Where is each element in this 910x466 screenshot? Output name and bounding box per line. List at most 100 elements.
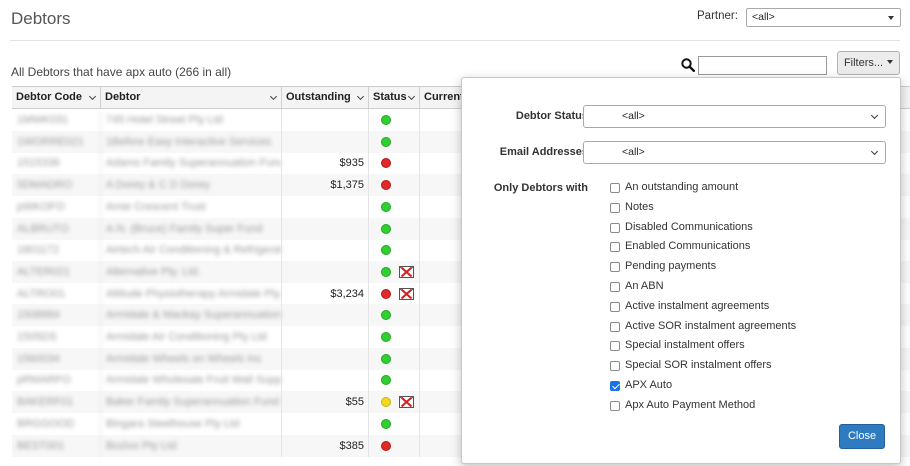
page-title: Debtors — [11, 9, 71, 28]
status-red-icon — [381, 440, 391, 451]
column-header-label: Status — [373, 91, 407, 103]
debtor-status-value: <all> — [622, 110, 645, 122]
filters-panel: Debtor Status <all> Email Addresses <all… — [461, 77, 901, 464]
column-header-debtor[interactable]: Debtor — [100, 87, 281, 108]
outstanding-cell: $3,234 — [281, 282, 368, 305]
checkbox[interactable] — [610, 242, 620, 253]
outstanding-cell — [281, 369, 368, 392]
debtor-name-cell: Airtech Air Conditioning & Refrigeration — [100, 239, 281, 262]
debtor-name-cell: Altitude Physiotherapy Armidale Pty — [100, 282, 281, 305]
email-addresses-select[interactable]: <all> — [583, 141, 886, 164]
debtor-code-cell: 1560034 — [17, 352, 60, 365]
email-addresses-label: Email Addresses — [499, 146, 588, 158]
column-header-outstanding[interactable]: Outstanding — [281, 87, 368, 108]
checkbox[interactable] — [610, 202, 620, 213]
checkbox[interactable] — [610, 282, 620, 292]
status-green-icon — [381, 136, 391, 147]
filter-option-label: Special SOR instalment offers — [625, 359, 772, 372]
checkbox[interactable] — [610, 222, 620, 233]
debtor-code-cell: 1515336 — [17, 157, 60, 170]
debtor-name-cell: Armidale Wholesale Fruit Wall Supply — [100, 369, 281, 392]
status-cell — [368, 304, 419, 327]
column-header-label: Current — [424, 91, 464, 103]
status-green-icon — [381, 353, 391, 364]
status-cell — [368, 174, 419, 197]
checkbox[interactable] — [610, 321, 620, 332]
checkbox[interactable] — [610, 183, 620, 193]
debtor-name-cell: A Dorey & C D Dorey — [100, 174, 281, 197]
status-green-icon — [381, 418, 391, 429]
only-debtors-with-label: Only Debtors with — [493, 182, 588, 194]
chevron-down-icon — [870, 111, 879, 120]
checkbox[interactable] — [610, 400, 620, 411]
outstanding-cell: $55 — [281, 391, 368, 414]
debtor-code-cell: BAKERF01 — [17, 396, 74, 409]
debtor-code-cell: ALTRO01 — [17, 287, 66, 300]
column-header-status[interactable]: Status — [368, 87, 419, 108]
outstanding-cell — [281, 195, 368, 218]
debtor-status-select[interactable]: <all> — [583, 105, 886, 128]
outstanding-cell: $385 — [281, 434, 368, 457]
debtor-name-cell: Bozivo Pty Ltd — [100, 434, 281, 457]
status-green-icon — [381, 375, 391, 386]
status-green-icon — [381, 245, 391, 256]
filter-option-label: APX Auto — [625, 379, 673, 391]
status-cell — [368, 326, 419, 348]
outstanding-cell — [281, 412, 368, 435]
outstanding-cell — [281, 347, 368, 370]
debtor-code-cell: pRMARFO — [17, 374, 71, 387]
filters-button[interactable]: Filters... — [837, 51, 900, 75]
filter-option-label: An outstanding amount — [625, 181, 739, 193]
status-cell — [368, 195, 419, 218]
debtor-code-cell: BRGGOOD — [17, 417, 75, 430]
column-header-debtor-code[interactable]: Debtor Code — [12, 87, 100, 108]
status-green-icon — [381, 266, 391, 277]
outstanding-cell — [281, 130, 368, 153]
debtor-name-cell: Alternative Pty. Ltd. — [100, 260, 281, 283]
debtor-code-cell: 1MWK031 — [17, 114, 69, 126]
filters-button-label: Filters... — [843, 57, 884, 69]
status-cell — [368, 347, 419, 370]
checkbox[interactable] — [610, 361, 620, 372]
status-green-icon — [381, 223, 391, 234]
outstanding-cell: $1,375 — [281, 174, 368, 197]
status-cell — [368, 152, 419, 175]
search-icon — [681, 58, 695, 72]
filter-option-label: Active instalment agreements — [625, 299, 770, 312]
debtor-code-cell: 1WORRE021 — [17, 135, 84, 148]
chevron-down-icon — [269, 92, 278, 101]
partner-select[interactable]: <all> — [746, 8, 901, 27]
debtor-code-cell: 5DMADRO — [17, 179, 73, 192]
chevron-down-icon — [870, 147, 879, 156]
email-disabled-icon — [399, 265, 414, 278]
filter-option-label: Notes — [625, 200, 654, 213]
debtor-name-cell: Armidale Wheels on Wheels Inc — [100, 347, 281, 370]
status-cell — [368, 260, 419, 283]
debtor-name-cell: Amie Crescent Trust — [100, 195, 281, 218]
partner-select-value: <all> — [752, 11, 775, 23]
caret-down-icon — [887, 60, 894, 64]
email-disabled-icon — [399, 287, 414, 300]
status-cell — [368, 282, 419, 305]
debtor-name-cell: 1Before Easy Interactive Services — [100, 130, 281, 153]
column-header-label: Outstanding — [286, 91, 351, 103]
status-green-icon — [381, 201, 391, 212]
outstanding-cell — [281, 239, 368, 262]
status-red-icon — [381, 158, 391, 169]
debtor-name-cell: Armidale Air Conditioning Pty Ltd — [100, 326, 281, 348]
debtor-code-cell: 1801172 — [17, 244, 60, 257]
partner-label: Partner: — [697, 10, 738, 22]
filter-option-label: Special instalment offers — [625, 339, 745, 352]
chevron-down-icon — [356, 92, 365, 101]
checkbox[interactable] — [610, 301, 620, 312]
close-button[interactable]: Close — [839, 424, 885, 449]
checkbox[interactable] — [610, 381, 620, 391]
chevron-down-icon — [407, 92, 416, 101]
status-red-icon — [381, 180, 391, 191]
status-green-icon — [381, 310, 391, 321]
status-red-icon — [381, 288, 391, 299]
checkbox[interactable] — [610, 341, 620, 352]
checkbox[interactable] — [610, 262, 620, 273]
debtor-code-cell: pWKOFO — [17, 200, 65, 213]
search-input[interactable] — [698, 56, 827, 75]
